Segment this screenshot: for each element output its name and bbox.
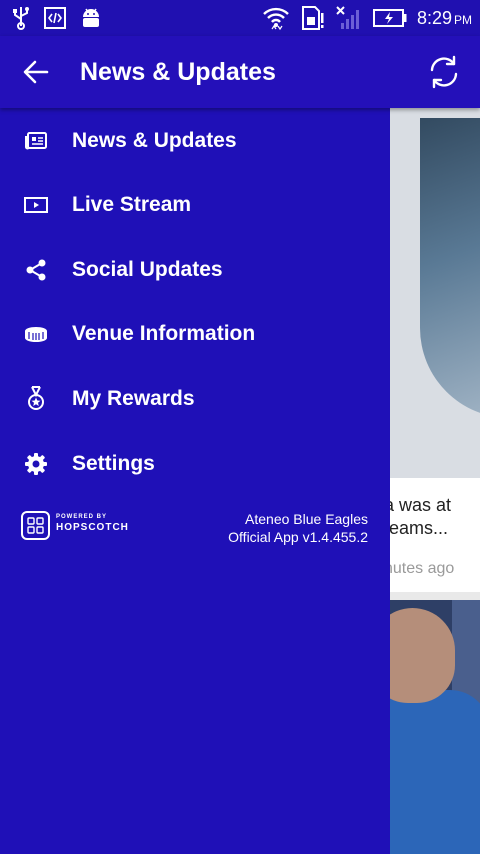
navigation-drawer: News & Updates Live Stream Social Update… — [0, 108, 390, 854]
app-name: Ateneo Blue Eagles — [245, 511, 368, 527]
stadium-icon — [0, 325, 72, 343]
play-icon — [0, 196, 72, 214]
back-button[interactable] — [0, 36, 72, 108]
drawer-item-venue-information[interactable]: Venue Information — [0, 302, 390, 366]
newspaper-icon — [0, 131, 72, 151]
drawer-item-news-updates[interactable]: News & Updates — [0, 109, 390, 173]
app-bar: News & Updates — [0, 36, 480, 108]
hopscotch-icon — [27, 517, 44, 534]
news-card-time: nutes ago — [390, 560, 455, 577]
hopscotch-logo[interactable] — [21, 511, 50, 540]
drawer-item-my-rewards[interactable]: My Rewards — [0, 367, 390, 431]
status-bar: 8:29 PM — [0, 0, 480, 36]
news-card-image — [390, 600, 480, 854]
wifi-icon — [261, 5, 291, 31]
android-icon — [80, 6, 102, 30]
divider — [390, 592, 480, 600]
status-time: 8:29 PM — [416, 7, 472, 28]
usb-icon — [12, 6, 30, 30]
page-title: News & Updates — [80, 57, 276, 86]
share-icon — [0, 258, 72, 282]
drawer-item-settings[interactable]: Settings — [0, 432, 390, 496]
drawer-item-label: News & Updates — [72, 129, 237, 152]
battery-icon — [372, 8, 407, 28]
gear-icon — [0, 452, 72, 476]
drawer-item-social-updates[interactable]: Social Updates — [0, 238, 390, 302]
sim-icon — [301, 5, 325, 31]
drawer-item-label: My Rewards — [72, 387, 195, 410]
news-card-text: a was at teams... — [390, 495, 452, 538]
drawer-item-live-stream[interactable]: Live Stream — [0, 173, 390, 237]
refresh-icon — [430, 55, 458, 89]
news-card-image — [390, 108, 480, 478]
drawer-item-label: Venue Information — [72, 322, 256, 345]
hopscotch-brand: HOPSCOTCH — [56, 522, 129, 533]
app-version: Official App v1.4.455.2 — [228, 529, 368, 545]
code-icon — [44, 7, 66, 29]
drawer-item-label: Live Stream — [72, 193, 192, 216]
arrow-left-icon — [23, 60, 49, 84]
news-feed-background: a was at teams... nutes ago — [390, 108, 480, 854]
powered-by-label: POWERED BY — [56, 514, 108, 520]
refresh-button[interactable] — [408, 36, 480, 108]
medal-icon — [0, 386, 72, 412]
app-info: Ateneo Blue Eagles Official App v1.4.455… — [228, 510, 368, 546]
drawer-footer: POWERED BY HOPSCOTCH Ateneo Blue Eagles … — [0, 508, 390, 548]
signal-icon — [335, 5, 363, 31]
drawer-item-label: Settings — [72, 452, 155, 475]
drawer-item-label: Social Updates — [72, 258, 223, 281]
